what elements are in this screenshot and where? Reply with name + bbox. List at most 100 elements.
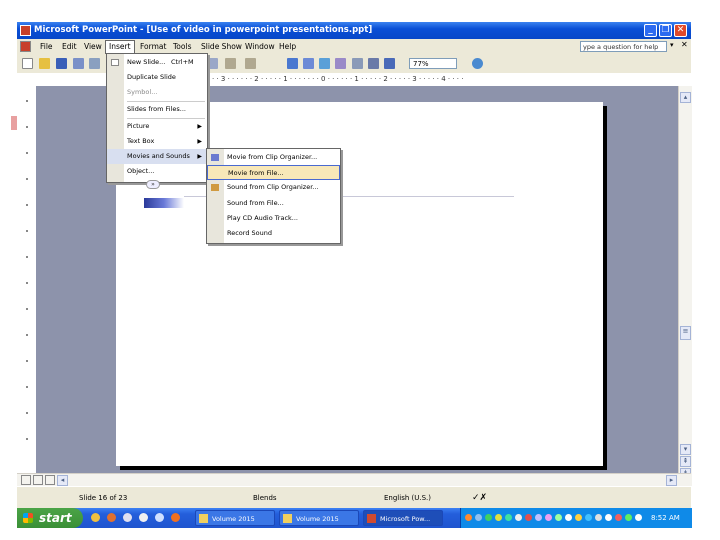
tray-icon[interactable] — [575, 514, 582, 521]
menu-item-movies-and-sounds[interactable]: Movies and Sounds ▶ — [107, 149, 207, 164]
quicklaunch-icon[interactable] — [123, 513, 132, 522]
menu-insert[interactable]: Insert — [105, 40, 135, 54]
previous-slide-icon[interactable]: ⇞ — [680, 456, 691, 467]
tray-icon[interactable] — [595, 514, 602, 521]
menu-edit[interactable]: Edit — [59, 41, 80, 53]
slide-shape[interactable] — [144, 198, 184, 208]
tray-icon[interactable] — [545, 514, 552, 521]
quicklaunch-icon[interactable] — [139, 513, 148, 522]
tray-icon[interactable] — [525, 514, 532, 521]
menu-view[interactable]: View — [81, 41, 105, 53]
permission-icon[interactable] — [73, 58, 84, 69]
slide-sorter-icon[interactable] — [33, 475, 43, 485]
tray-icon[interactable] — [485, 514, 492, 521]
help-search-input[interactable]: ype a question for help — [580, 41, 667, 52]
menu-slide-show[interactable]: Slide Show — [198, 41, 245, 53]
menu-item-object[interactable]: Object... — [107, 164, 207, 179]
insert-picture-icon[interactable] — [335, 58, 346, 69]
menu-item-duplicate-slide[interactable]: Duplicate Slide — [107, 70, 207, 85]
help-icon[interactable] — [472, 58, 483, 69]
menu-tools[interactable]: Tools — [170, 41, 194, 53]
undo-icon[interactable] — [225, 58, 236, 69]
horizontal-scrollbar[interactable]: ◂ ▸ — [17, 473, 691, 487]
menu-item-shortcut: Ctrl+M — [171, 58, 194, 66]
tray-icon[interactable] — [625, 514, 632, 521]
scroll-right-icon[interactable]: ▸ — [666, 475, 677, 486]
zoom-box[interactable]: 77% — [409, 58, 457, 69]
new-icon[interactable] — [22, 58, 33, 69]
tray-icon[interactable] — [555, 514, 562, 521]
tray-icon[interactable] — [465, 514, 472, 521]
spelling-icon[interactable]: ✓✗ — [472, 487, 487, 509]
firefox-icon[interactable] — [171, 513, 180, 522]
menu-window[interactable]: Window — [242, 41, 278, 53]
slideshow-view-icon[interactable] — [45, 475, 55, 485]
title-bar: Microsoft PowerPoint - [Use of video in … — [17, 22, 691, 39]
tray-icon[interactable] — [585, 514, 592, 521]
menu-item-play-cd-audio-track[interactable]: Play CD Audio Track... — [207, 211, 340, 226]
tray-icon[interactable] — [505, 514, 512, 521]
language: English (U.S.) — [384, 494, 431, 502]
new-slide-icon — [111, 59, 119, 66]
menu-item-text-box[interactable]: Text Box ▶ — [107, 134, 207, 149]
tray-icon[interactable] — [515, 514, 522, 521]
quicklaunch-icon[interactable] — [91, 513, 100, 522]
task-folder-2[interactable]: Volume 2015 — [279, 510, 359, 526]
tray-icon[interactable] — [495, 514, 502, 521]
help-dropdown-icon[interactable]: ▾ — [670, 41, 674, 49]
vertical-ruler — [11, 86, 37, 473]
quicklaunch-icon[interactable] — [107, 513, 116, 522]
menu-item-symbol[interactable]: Symbol... — [107, 85, 207, 100]
tray-icon[interactable] — [535, 514, 542, 521]
show-grid-icon[interactable] — [384, 58, 395, 69]
menu-format[interactable]: Format — [137, 41, 169, 53]
menu-item-label: Movie from Clip Organizer... — [227, 153, 318, 161]
document-icon[interactable] — [20, 41, 31, 52]
powerpoint-icon[interactable] — [20, 25, 31, 36]
vertical-scrollbar[interactable]: ▴ ≡ ▾ ⇞ ⇟ — [678, 86, 692, 486]
expand-menu-chevron[interactable]: » — [146, 180, 160, 189]
menu-item-sound-from-file[interactable]: Sound from File... — [207, 196, 340, 211]
menu-item-label: Movies and Sounds — [127, 152, 190, 160]
format-painter-icon[interactable] — [207, 58, 218, 69]
scroll-left-icon[interactable]: ◂ — [57, 475, 68, 486]
tray-icon[interactable] — [475, 514, 482, 521]
tray-icon[interactable] — [565, 514, 572, 521]
restore-button[interactable]: ❐ — [659, 24, 672, 37]
minimize-button[interactable]: _ — [644, 24, 657, 37]
email-icon[interactable] — [89, 58, 100, 69]
tray-icon[interactable] — [605, 514, 612, 521]
menu-help[interactable]: Help — [276, 41, 299, 53]
save-icon[interactable] — [56, 58, 67, 69]
status-bar: Slide 16 of 23 Blends English (U.S.) ✓✗ — [17, 486, 691, 509]
insert-table-icon[interactable] — [303, 58, 314, 69]
scroll-thumb[interactable]: ≡ — [680, 326, 691, 340]
task-powerpoint[interactable]: Microsoft Pow... — [363, 510, 443, 526]
scroll-down-icon[interactable]: ▾ — [680, 444, 691, 455]
menu-item-slides-from-files[interactable]: Slides from Files... — [107, 102, 207, 117]
tray-icon[interactable] — [615, 514, 622, 521]
menu-item-new-slide[interactable]: New Slide... Ctrl+M — [107, 55, 207, 70]
close-document-icon[interactable]: ✕ — [681, 40, 688, 49]
menu-item-sound-from-clip-organizer[interactable]: Sound from Clip Organizer... — [207, 180, 340, 195]
insert-chart-icon[interactable] — [287, 58, 298, 69]
menu-item-movie-from-file[interactable]: Movie from File... — [207, 165, 340, 180]
menu-item-picture[interactable]: Picture ▶ — [107, 119, 207, 134]
menu-item-label: New Slide... — [127, 58, 166, 66]
movie-icon — [211, 154, 219, 161]
show-formatting-icon[interactable] — [368, 58, 379, 69]
redo-icon[interactable] — [245, 58, 256, 69]
menu-file[interactable]: File — [37, 41, 56, 53]
expand-icon[interactable] — [352, 58, 363, 69]
tables-borders-icon[interactable] — [319, 58, 330, 69]
menu-item-record-sound[interactable]: Record Sound — [207, 226, 340, 241]
close-button[interactable]: ✕ — [674, 24, 687, 37]
task-folder-1[interactable]: Volume 2015 — [195, 510, 275, 526]
tray-icon[interactable] — [635, 514, 642, 521]
normal-view-icon[interactable] — [21, 475, 31, 485]
scroll-up-icon[interactable]: ▴ — [680, 92, 691, 103]
open-icon[interactable] — [39, 58, 50, 69]
start-button[interactable]: start — [17, 508, 83, 528]
quicklaunch-icon[interactable] — [155, 513, 164, 522]
menu-item-movie-from-clip-organizer[interactable]: Movie from Clip Organizer... — [207, 150, 340, 165]
